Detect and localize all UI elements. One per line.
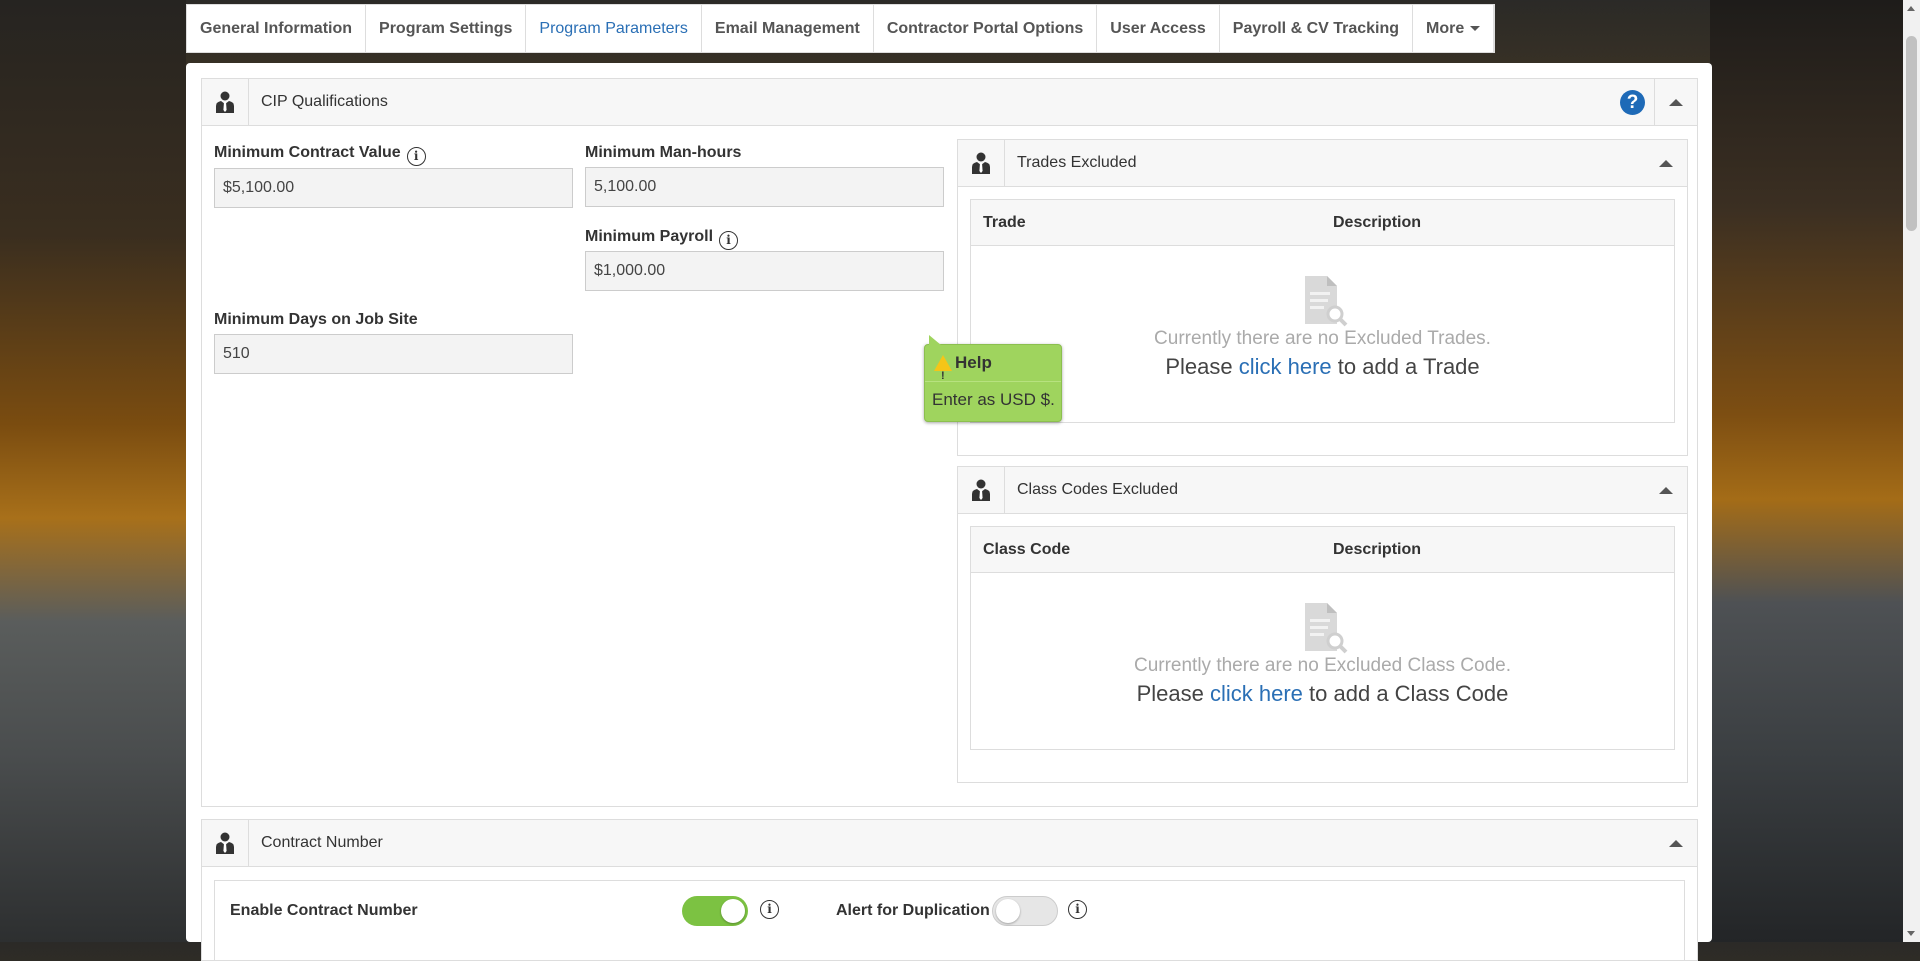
tooltip-header: ! Help — [925, 345, 1061, 382]
tooltip-text: Enter as USD $. — [932, 390, 1055, 409]
class-codes-empty-message: Currently there are no Excluded Class Co… — [1133, 655, 1512, 676]
contract-number-panel: Contract Number Enable Contract Number i… — [201, 819, 1698, 961]
document-search-icon — [1301, 274, 1347, 327]
user-tie-icon — [958, 140, 1005, 186]
info-icon[interactable]: i — [406, 147, 426, 166]
min-payroll-input[interactable]: $1,000.00 — [585, 251, 944, 291]
tab-general-information[interactable]: General Information — [187, 5, 367, 52]
collapse-class-codes-button[interactable] — [1645, 467, 1687, 513]
description-column-header[interactable]: Description — [1333, 214, 1421, 232]
warning-icon: ! — [934, 355, 952, 382]
class-codes-excluded-title: Class Codes Excluded — [1017, 481, 1178, 498]
contract-number-header: Contract Number — [202, 820, 1697, 867]
help-tooltip: ! Help Enter as USD $. — [924, 335, 1062, 422]
alert-duplication-label: Alert for Duplication — [836, 902, 990, 919]
tab-contractor-portal-options[interactable]: Contractor Portal Options — [874, 5, 1098, 52]
scroll-up-arrow-icon[interactable] — [1907, 6, 1915, 11]
class-codes-prompt-post: to add a Class Code — [1302, 681, 1509, 706]
background-scenery-left — [0, 0, 186, 942]
class-code-column-header[interactable]: Class Code — [983, 541, 1070, 559]
trades-excluded-panel: Trades Excluded Trade Description Curren… — [957, 139, 1688, 456]
min-contract-value-label: Minimum Contract Value i — [214, 144, 426, 166]
chevron-up-icon — [1659, 159, 1673, 167]
tooltip-title: Help — [955, 353, 992, 372]
trades-table-header: Trade Description — [971, 200, 1674, 246]
min-contract-value-input[interactable]: $5,100.00 — [214, 168, 573, 208]
class-codes-table-header: Class Code Description — [971, 527, 1674, 573]
trade-column-header[interactable]: Trade — [983, 214, 1026, 232]
collapse-contract-number-button[interactable] — [1655, 820, 1697, 866]
min-payroll-text: Minimum Payroll — [585, 228, 714, 245]
class-codes-excluded-header: Class Codes Excluded — [958, 467, 1687, 514]
tab-email-management[interactable]: Email Management — [702, 5, 874, 52]
document-search-icon — [1301, 601, 1347, 654]
trades-empty-state: Currently there are no Excluded Trades. … — [971, 274, 1674, 380]
page-scrollbar[interactable] — [1903, 0, 1920, 942]
main-container: CIP Qualifications ? Minimum Contract Va… — [186, 63, 1712, 961]
collapse-cip-button[interactable] — [1654, 79, 1697, 125]
chevron-up-icon — [1669, 98, 1683, 106]
background-scenery-right — [1710, 0, 1920, 942]
tab-more-dropdown[interactable]: More — [1413, 5, 1495, 52]
min-days-label: Minimum Days on Job Site — [214, 311, 418, 328]
trades-table: Trade Description Currently there are no… — [970, 199, 1675, 423]
user-tie-icon — [202, 79, 249, 125]
min-manhours-input[interactable]: 5,100.00 — [585, 167, 944, 207]
tab-program-parameters[interactable]: Program Parameters — [526, 5, 702, 52]
contract-number-settings: Enable Contract Number i Alert for Dupli… — [214, 880, 1685, 961]
class-codes-add-prompt: Please click here to add a Class Code — [971, 681, 1674, 707]
scroll-down-arrow-icon[interactable] — [1907, 931, 1915, 936]
class-codes-table: Class Code Description Currently there a… — [970, 526, 1675, 750]
tab-user-access[interactable]: User Access — [1097, 5, 1220, 52]
alert-duplication-toggle[interactable] — [992, 896, 1058, 926]
trades-add-prompt: Please click here to add a Trade — [971, 354, 1674, 380]
class-codes-empty-state: Currently there are no Excluded Class Co… — [971, 601, 1674, 707]
enable-contract-number-toggle[interactable] — [682, 896, 748, 926]
tab-payroll-cv-tracking[interactable]: Payroll & CV Tracking — [1220, 5, 1414, 52]
add-trade-link[interactable]: click here — [1239, 354, 1332, 379]
user-tie-icon — [958, 467, 1005, 513]
trades-prompt-pre: Please — [1165, 354, 1239, 379]
toggle-knob — [721, 899, 745, 923]
info-icon[interactable]: i — [760, 900, 779, 919]
scrollbar-thumb[interactable] — [1906, 36, 1917, 231]
min-days-input[interactable]: 510 — [214, 334, 573, 374]
help-question-icon[interactable]: ? — [1620, 90, 1645, 115]
info-icon[interactable]: i — [1068, 900, 1087, 919]
trades-empty-message: Currently there are no Excluded Trades. — [1154, 328, 1491, 349]
add-class-code-link[interactable]: click here — [1210, 681, 1303, 706]
class-codes-prompt-pre: Please — [1136, 681, 1210, 706]
class-codes-excluded-panel: Class Codes Excluded Class Code Descript… — [957, 466, 1688, 783]
enable-contract-number-label: Enable Contract Number — [230, 902, 418, 919]
toggle-knob — [996, 899, 1020, 923]
description-column-header[interactable]: Description — [1333, 541, 1421, 559]
caret-down-icon — [1470, 26, 1481, 32]
info-icon[interactable]: i — [719, 231, 739, 250]
trades-prompt-post: to add a Trade — [1331, 354, 1480, 379]
tab-more-label: More — [1426, 20, 1465, 37]
min-contract-value-text: Minimum Contract Value — [214, 144, 401, 161]
cip-qualifications-header: CIP Qualifications ? — [202, 79, 1697, 126]
tab-program-settings[interactable]: Program Settings — [366, 5, 527, 52]
tab-bar: General Information Program Settings Pro… — [186, 4, 1496, 53]
chevron-up-icon — [1669, 839, 1683, 847]
collapse-trades-button[interactable] — [1645, 140, 1687, 186]
cip-qualifications-title: CIP Qualifications — [261, 93, 388, 110]
min-manhours-label: Minimum Man-hours — [585, 144, 742, 161]
chevron-up-icon — [1659, 486, 1673, 494]
cip-qualifications-panel: CIP Qualifications ? Minimum Contract Va… — [201, 78, 1698, 807]
min-payroll-label: Minimum Payroll i — [585, 228, 739, 250]
trades-excluded-header: Trades Excluded — [958, 140, 1687, 187]
trades-excluded-title: Trades Excluded — [1017, 154, 1137, 171]
contract-number-title: Contract Number — [261, 834, 383, 851]
user-tie-icon — [202, 820, 249, 866]
